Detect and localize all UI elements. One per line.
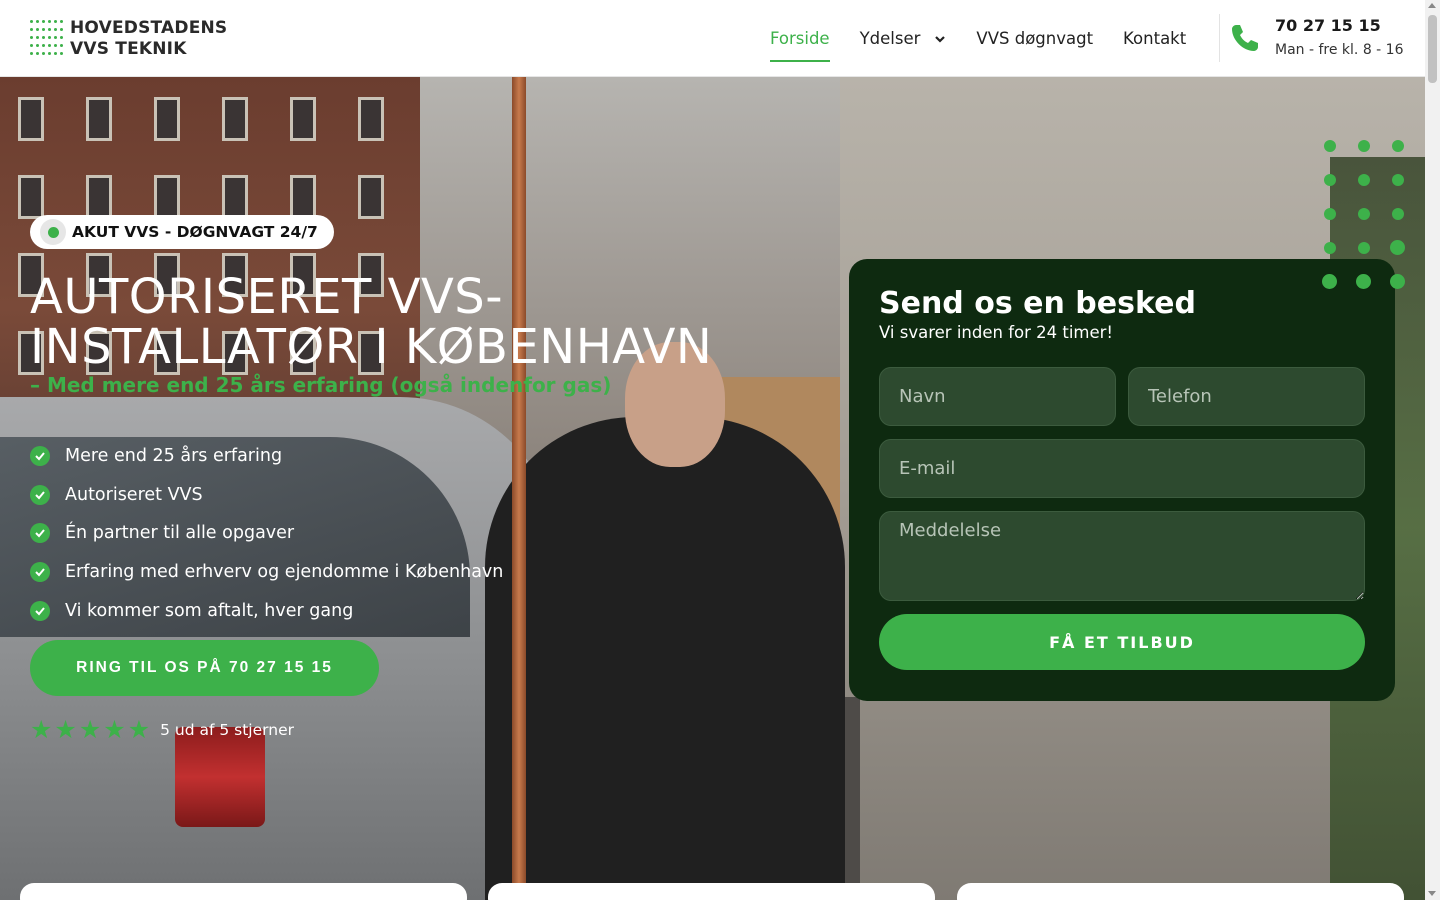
- header-phone-number[interactable]: 70 27 15 15: [1275, 16, 1381, 35]
- emergency-badge: AKUT VVS - DØGNVAGT 24/7: [30, 215, 334, 249]
- service-card[interactable]: [488, 883, 935, 900]
- feature-list: Mere end 25 års erfaring Autoriseret VVS…: [30, 437, 503, 630]
- hero-subtitle: – Med mere end 25 års erfaring (også ind…: [30, 373, 612, 397]
- name-field[interactable]: [879, 367, 1116, 426]
- scroll-down-arrow-icon[interactable]: [1428, 891, 1436, 896]
- check-circle-icon: [30, 562, 50, 583]
- logo-line-2: VVS TEKNIK: [70, 39, 187, 59]
- feature-item: Autoriseret VVS: [30, 476, 503, 515]
- star-icon: ★: [127, 715, 151, 744]
- star-icon: ★: [78, 715, 102, 744]
- get-quote-button[interactable]: FÅ ET TILBUD: [879, 614, 1365, 670]
- scrollbar[interactable]: [1425, 0, 1440, 900]
- hero-title-line-2: INSTALLATØR I KØBENHAVN: [30, 319, 713, 375]
- star-icon: ★: [54, 715, 77, 744]
- logo-line-1: HOVEDSTADENS: [70, 18, 228, 38]
- form-title: Send os en besked: [879, 286, 1196, 321]
- header-phone-hours: Man - fre kl. 8 - 16: [1275, 42, 1404, 58]
- call-us-button[interactable]: RING TIL OS PÅ 70 27 15 15: [30, 640, 379, 696]
- badge-text: AKUT VVS - DØGNVAGT 24/7: [72, 223, 318, 241]
- main-nav: Forside Ydelser VVS døgnvagt Kontakt: [770, 0, 1216, 77]
- nav-item-kontakt[interactable]: Kontakt: [1123, 0, 1186, 77]
- feature-item: Erfaring med erhverv og ejendomme i Købe…: [30, 553, 503, 592]
- service-card[interactable]: [20, 883, 467, 900]
- form-subtitle: Vi svarer inden for 24 timer!: [879, 323, 1114, 342]
- star-icon: ★: [103, 715, 126, 744]
- check-circle-icon: [30, 484, 50, 505]
- feature-item: Mere end 25 års erfaring: [30, 437, 503, 476]
- rating-text: 5 ud af 5 stjerner: [160, 720, 294, 739]
- phone-icon[interactable]: [1229, 22, 1261, 54]
- scroll-up-arrow-icon[interactable]: [1428, 3, 1436, 8]
- nav-item-vvs-dognvagt[interactable]: VVS døgnvagt: [976, 0, 1093, 77]
- rating-stars: ★ ★ ★ ★ ★: [30, 717, 152, 742]
- check-circle-icon: [30, 523, 50, 544]
- logo[interactable]: HOVEDSTADENS VVS TEKNIK: [30, 18, 227, 60]
- rating: ★ ★ ★ ★ ★ 5 ud af 5 stjerner: [30, 717, 294, 742]
- site-header: HOVEDSTADENS VVS TEKNIK Forside Ydelser …: [0, 0, 1425, 77]
- email-field[interactable]: [879, 439, 1365, 498]
- hero-title: AUTORISERET VVS- INSTALLATØR I KØBENHAVN: [30, 272, 830, 372]
- chevron-down-icon: [935, 35, 946, 43]
- feature-item: Én partner til alle opgaver: [30, 514, 503, 553]
- check-circle-icon: [30, 446, 50, 467]
- decorative-dot-grid: [1318, 138, 1420, 308]
- logo-dots-icon: [30, 20, 66, 58]
- star-icon: ★: [30, 715, 53, 744]
- phone-field[interactable]: [1128, 367, 1365, 426]
- nav-item-forside[interactable]: Forside: [770, 0, 830, 77]
- nav-item-ydelser-label: Ydelser: [859, 29, 921, 48]
- feature-item: Vi kommer som aftalt, hver gang: [30, 591, 503, 630]
- hero-section: AKUT VVS - DØGNVAGT 24/7 AUTORISERET VVS…: [0, 77, 1425, 900]
- service-card[interactable]: [957, 883, 1404, 900]
- contact-form: Send os en besked Vi svarer inden for 24…: [849, 259, 1395, 701]
- message-field[interactable]: [879, 511, 1365, 601]
- status-dot-icon: [40, 219, 66, 245]
- hero-title-line-1: AUTORISERET VVS-: [30, 269, 504, 325]
- nav-item-ydelser[interactable]: Ydelser: [860, 0, 947, 77]
- scroll-thumb[interactable]: [1428, 15, 1437, 83]
- header-divider: [1219, 14, 1220, 62]
- check-circle-icon: [30, 600, 50, 621]
